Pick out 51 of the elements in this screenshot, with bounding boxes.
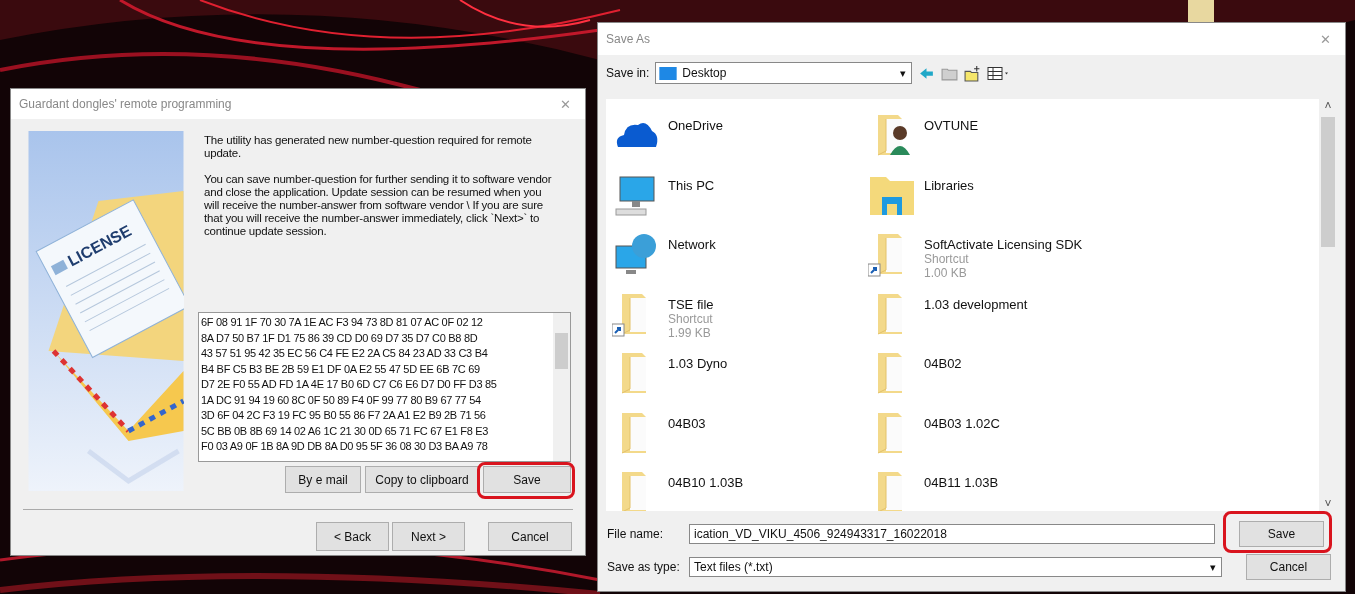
window-title: Save As (606, 32, 651, 46)
item-name[interactable]: This PC (668, 177, 715, 193)
action-button[interactable]: Save (483, 466, 571, 493)
hex-line: 5C BB 0B 8B 69 14 02 A6 1C 21 30 0D 65 71 FC 67 E1 F8 E3 (201, 423, 490, 439)
desktop-icon (659, 66, 678, 80)
item-name[interactable]: 1.03 Dyno (668, 356, 728, 371)
hex-line: 3D 6F 04 2C F3 19 FC 95 B0 55 86 F7 2A A1 E2 B9 2B 71 56 (201, 408, 487, 423)
item-name[interactable]: 04B11 1.03B (924, 475, 999, 490)
item-name[interactable]: 1.03 development (924, 296, 1028, 312)
action-button[interactable]: By e mail (285, 466, 361, 493)
dropdown-arrow-icon: ▾ (895, 66, 912, 80)
message-text: You can save number-question for further sending it to software vendor and close the application. Update session can be resumed when you will receive the number-answer from software vendor \ If you are sure that you will receive the number-answer immediately, click `Next>` to continue update session. (204, 173, 553, 238)
nav-button[interactable]: Next > (392, 522, 465, 551)
file-type-dropdown[interactable]: Text files (*.txt) ▾ (689, 557, 1222, 577)
nav-button[interactable]: Cancel (488, 522, 572, 551)
item-name[interactable]: Network (668, 237, 716, 252)
hex-line: D7 2E F0 55 AD FD 1A 4E 17 B0 6D C7 C6 E6 D7 D0 FF D3 85 (201, 377, 498, 392)
item-name[interactable]: OVTUNE (924, 118, 979, 133)
item-detail: 1.99 KB (668, 325, 712, 340)
window-title: Guardant dongles' remote programming (19, 97, 232, 111)
scrollbar[interactable] (553, 313, 570, 461)
item-name[interactable]: 04B03 1.02C (924, 415, 1000, 431)
file-name-label: File name: (607, 527, 665, 541)
location-dropdown[interactable]: Desktop ▾ (655, 62, 913, 84)
item-detail: Shortcut (668, 311, 714, 326)
hex-line: B4 BF C5 B3 BE 2B 59 E1 DF 0A E2 55 47 5D EE 6B 7C 69 (201, 361, 481, 377)
message-text: The utility has generated new number-question required for remote update. (204, 134, 533, 160)
hex-text-area[interactable] (198, 312, 571, 462)
item-name[interactable]: SoftActivate Licensing SDK (924, 237, 1083, 252)
cancel-button[interactable]: Cancel (1246, 554, 1331, 580)
action-button[interactable]: Copy to clipboard (365, 466, 479, 493)
file-type-label: Save as type: (607, 560, 681, 574)
new-folder-icon[interactable] (964, 64, 982, 82)
save-button[interactable]: Save (1239, 521, 1324, 547)
hex-line: F0 03 A9 0F 1B 8A 9D DB 8A D0 95 5F 36 08 30 D3 BA A9 78 (201, 439, 489, 454)
item-name[interactable]: 04B03 (668, 415, 706, 431)
hex-line: 8A D7 50 B7 1F D1 75 86 39 CD D0 69 D7 35 D7 C0 B8 8D (201, 330, 479, 346)
scrollbar[interactable]: ˄ ˅ (1319, 99, 1337, 511)
item-detail: Shortcut (924, 252, 970, 266)
save-in-label: Save in: (606, 66, 650, 80)
item-name[interactable]: TSE file (668, 296, 714, 312)
file-name-field[interactable]: ication_VD_VIKU_4506_924943317_16022018 (689, 524, 1215, 544)
item-detail: 1.00 KB (924, 266, 968, 280)
nav-button[interactable]: < Back (316, 522, 389, 551)
hex-line: 6F 08 91 1F 70 30 7A 1E AC F3 94 73 8D 81 07 AC 0F 02 12 (201, 315, 484, 330)
item-name[interactable]: OneDrive (668, 118, 723, 133)
hex-line: 43 57 51 95 42 35 EC 56 C4 FE E2 2A C5 84 23 AD 33 C3 B4 (201, 346, 489, 361)
item-name[interactable]: 04B02 (924, 356, 962, 371)
item-name[interactable]: 04B10 1.03B (668, 475, 744, 490)
item-name[interactable]: Libraries (924, 177, 974, 193)
hex-line: 1A DC 91 94 19 60 8C 0F 50 89 F4 0F 99 77 80 B9 67 77 54 (201, 392, 482, 408)
